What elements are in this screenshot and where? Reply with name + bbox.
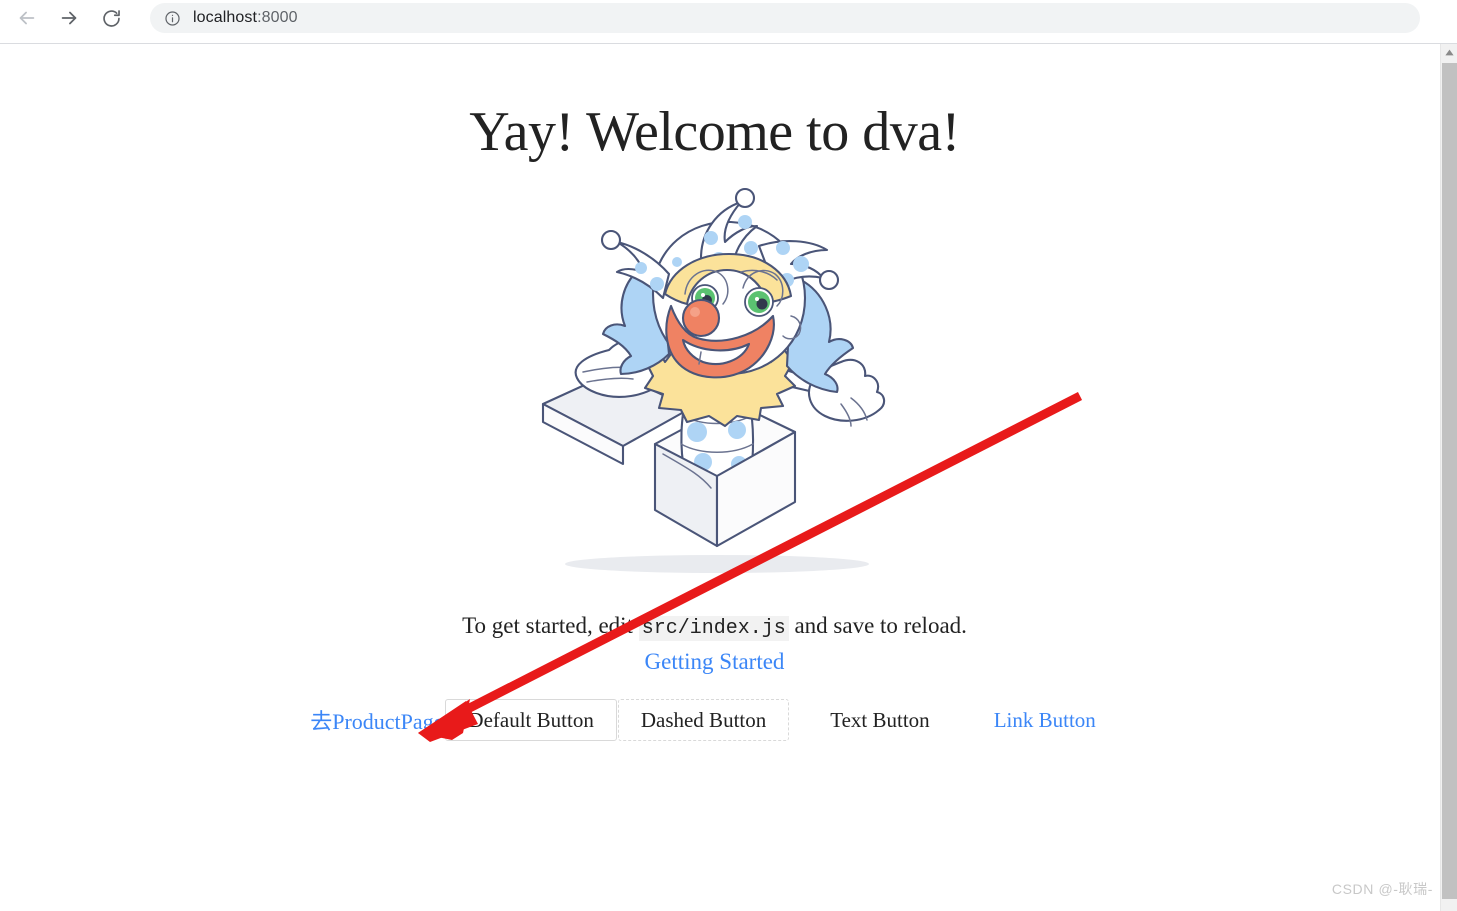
scroll-up-arrow[interactable] — [1441, 44, 1457, 61]
url-text: localhost:8000 — [193, 9, 298, 27]
dva-clown-in-box-icon: .ol { stroke:#4a5578; stroke-width:2.1; … — [505, 176, 925, 591]
forward-button[interactable] — [48, 1, 90, 35]
link-button[interactable]: Link Button — [971, 699, 1119, 741]
tagline-after: and save to reload. — [788, 612, 967, 638]
scroll-thumb[interactable] — [1442, 63, 1457, 899]
page-viewport: Yay! Welcome to dva! .ol { stroke:#4a557… — [0, 44, 1457, 911]
tagline-before: To get started, edit — [462, 612, 639, 638]
hero-illustration-wrap: .ol { stroke:#4a5578; stroke-width:2.1; … — [0, 176, 1429, 591]
tagline-code-path: src/index.js — [638, 615, 789, 641]
page-title: Yay! Welcome to dva! — [469, 101, 960, 163]
browser-window: localhost:8000 Yay! Welcome to dva! .ol … — [0, 0, 1457, 911]
dashed-button[interactable]: Dashed Button — [617, 698, 790, 741]
dva-welcome-page: Yay! Welcome to dva! .ol { stroke:#4a557… — [0, 44, 1429, 911]
browser-toolbar: localhost:8000 — [0, 0, 1457, 36]
default-button[interactable]: Default Button — [445, 698, 617, 741]
csdn-watermark: CSDN @-耿瑞- — [1331, 881, 1433, 897]
text-button[interactable]: Text Button — [807, 699, 952, 741]
back-arrow-icon — [16, 7, 38, 29]
url-host: localhost — [193, 9, 258, 26]
vertical-scrollbar[interactable] — [1440, 44, 1457, 911]
reload-button[interactable] — [90, 1, 132, 35]
get-started-tagline: To get started, edit src/index.js and sa… — [0, 612, 1429, 641]
getting-started-link[interactable]: Getting Started — [0, 649, 1429, 675]
back-button[interactable] — [6, 1, 48, 35]
info-circle-icon[interactable] — [164, 10, 181, 27]
forward-arrow-icon — [58, 7, 80, 29]
reload-icon — [101, 8, 122, 29]
go-to-productpage-link[interactable]: 去ProductPage — [310, 704, 443, 736]
button-row: 去ProductPage Default Button Dashed Butto… — [0, 698, 1429, 741]
url-port: :8000 — [257, 9, 298, 26]
address-bar[interactable]: localhost:8000 — [150, 3, 1420, 33]
